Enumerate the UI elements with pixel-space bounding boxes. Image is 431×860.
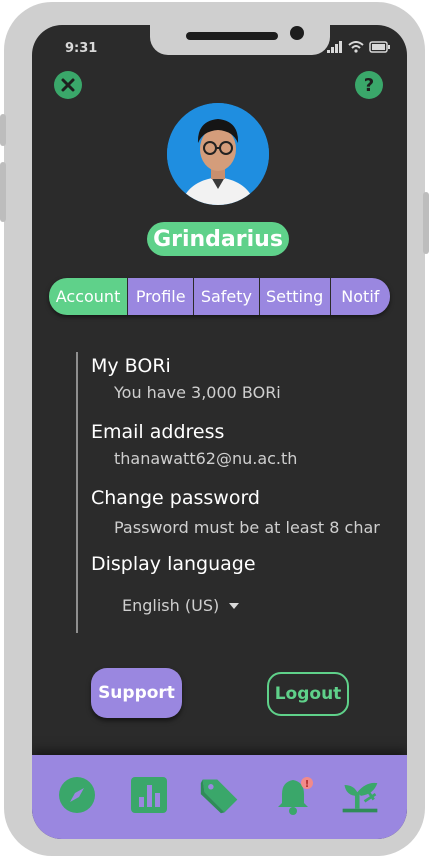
email-value[interactable]: thanawatt62@nu.ac.th bbox=[114, 449, 297, 468]
close-icon[interactable] bbox=[54, 71, 82, 99]
notch bbox=[150, 25, 330, 55]
language-value: English (US) bbox=[122, 596, 220, 615]
avatar[interactable] bbox=[167, 103, 269, 205]
dropdown-arrow-icon bbox=[229, 602, 240, 609]
camera bbox=[290, 26, 304, 40]
support-button[interactable]: Support bbox=[91, 668, 182, 718]
signal-icon bbox=[327, 41, 342, 53]
tab-notif[interactable]: Notif bbox=[329, 278, 390, 315]
bori-label: My BORi bbox=[91, 355, 171, 377]
phone-frame: 9:31 ? Grindarius Account Profile Safety… bbox=[0, 2, 429, 856]
section-divider bbox=[76, 352, 78, 633]
status-time: 9:31 bbox=[65, 41, 98, 56]
tab-safety[interactable]: Safety bbox=[193, 278, 259, 315]
battery-icon bbox=[369, 41, 390, 53]
sprout-icon[interactable] bbox=[339, 774, 381, 816]
volume-button bbox=[0, 114, 6, 146]
help-icon[interactable]: ? bbox=[355, 71, 383, 99]
tab-setting[interactable]: Setting bbox=[258, 278, 330, 315]
notification-badge: ! bbox=[305, 779, 310, 790]
bell-icon[interactable]: ! bbox=[273, 774, 315, 816]
tab-account[interactable]: Account bbox=[49, 278, 128, 315]
logout-button[interactable]: Logout bbox=[267, 672, 349, 716]
username-badge: Grindarius bbox=[147, 222, 289, 256]
tag-icon[interactable] bbox=[199, 774, 241, 816]
status-icons bbox=[327, 41, 391, 53]
volume-button bbox=[0, 162, 6, 222]
change-password-label[interactable]: Change password bbox=[91, 487, 260, 509]
tab-profile[interactable]: Profile bbox=[127, 278, 194, 315]
power-button bbox=[423, 192, 429, 254]
chart-icon[interactable] bbox=[128, 774, 170, 816]
language-dropdown[interactable]: English (US) bbox=[122, 596, 240, 615]
password-hint: Password must be at least 8 char bbox=[114, 518, 380, 537]
screen: 9:31 ? Grindarius Account Profile Safety… bbox=[32, 25, 407, 839]
wifi-icon bbox=[348, 41, 364, 53]
compass-icon[interactable] bbox=[56, 774, 98, 816]
bottom-nav: ! bbox=[32, 755, 407, 839]
bori-value: You have 3,000 BORi bbox=[114, 383, 281, 402]
tab-bar: Account Profile Safety Setting Notif bbox=[49, 278, 390, 315]
email-label: Email address bbox=[91, 421, 225, 443]
speaker bbox=[186, 32, 278, 40]
display-language-label: Display language bbox=[91, 553, 256, 575]
